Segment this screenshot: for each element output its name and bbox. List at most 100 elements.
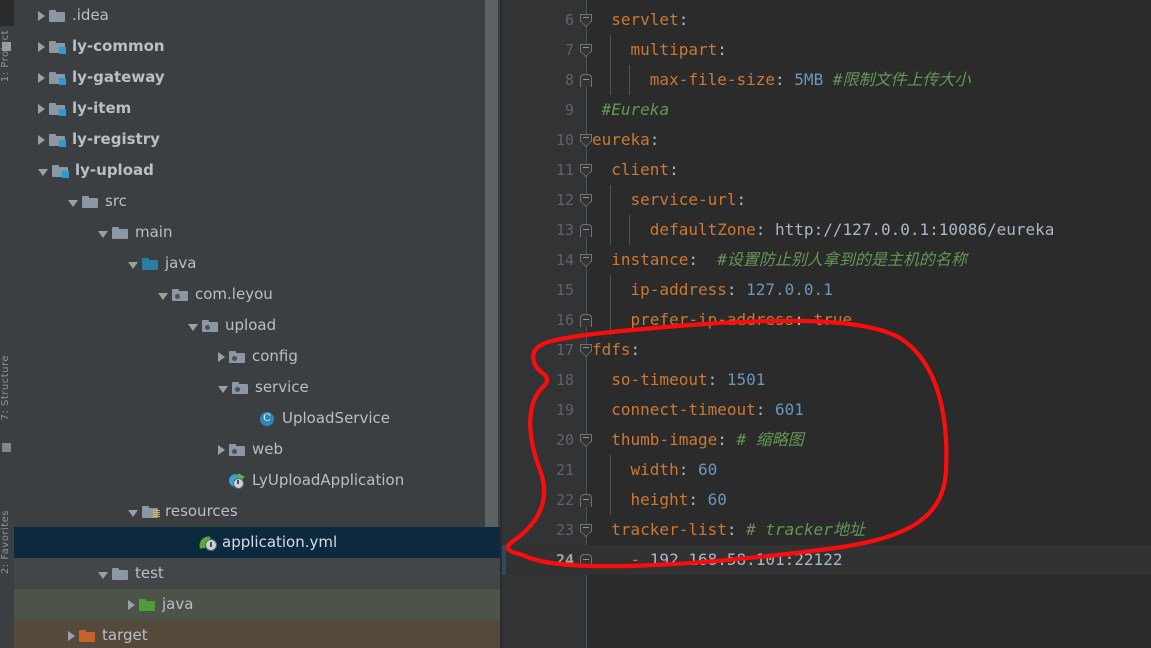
tree-item--idea[interactable]: .idea — [14, 0, 500, 31]
editor-line[interactable]: 10 eureka: — [502, 125, 1151, 155]
editor-line[interactable]: 13 defaultZone: http://127.0.0.1:10086/e… — [502, 215, 1151, 245]
fold-expanded-icon[interactable] — [580, 434, 593, 447]
editor-line[interactable]: 21 width: 60 — [502, 455, 1151, 485]
fold-expanded-icon[interactable] — [580, 344, 593, 357]
code-text: connect-timeout: 601 — [592, 395, 804, 425]
editor-line[interactable]: 18 so-timeout: 1501 — [502, 365, 1151, 395]
tree-item-com-leyou[interactable]: com.leyou — [14, 279, 500, 310]
fold-expanded-icon[interactable] — [580, 134, 593, 147]
chevron-right-icon[interactable] — [38, 41, 45, 52]
tree-item-java[interactable]: java — [14, 589, 500, 620]
editor-line[interactable]: 12 service-url: — [502, 185, 1151, 215]
chevron-down-icon[interactable] — [128, 262, 138, 269]
tool-window-strip[interactable]: 1: Project 7: Structure 2: Favorites — [0, 0, 15, 648]
chevron-down-icon[interactable] — [218, 386, 228, 393]
fold-expanded-icon[interactable] — [580, 524, 593, 537]
fold-expanded-icon[interactable] — [580, 194, 593, 207]
tree-item-config[interactable]: config — [14, 341, 500, 372]
code-token: # 缩略图 — [736, 430, 804, 449]
tree-item-ly-registry[interactable]: ly-registry — [14, 124, 500, 155]
tree-item-uploadservice[interactable]: C UploadService — [14, 403, 500, 434]
project-tree-panel[interactable]: .idea ly-common ly-gateway ly-item ly-regist… — [14, 0, 500, 648]
code-token: prefer-ip-address — [630, 310, 795, 329]
tool-button-structure[interactable]: 7: Structure — [0, 355, 14, 420]
tool-button-project[interactable]: 1: Project — [0, 30, 14, 82]
tree-item-main[interactable]: main — [14, 217, 500, 248]
editor-line[interactable]: 20 thumb-image: # 缩略图 — [502, 425, 1151, 455]
line-number: 7 — [564, 41, 574, 59]
editor-line[interactable]: 6 servlet: — [502, 5, 1151, 35]
tree-item-service[interactable]: service — [14, 372, 500, 403]
chevron-right-icon[interactable] — [218, 444, 225, 455]
tree-item-lyuploadapplication[interactable]: LyUploadApplication — [14, 465, 500, 496]
fold-region-end-icon[interactable] — [580, 224, 593, 237]
editor-line[interactable]: 9 #Eureka — [502, 95, 1151, 125]
fold-expanded-icon[interactable] — [580, 44, 593, 57]
code-text: servlet: — [592, 5, 688, 35]
chevron-down-icon[interactable] — [98, 572, 108, 579]
code-editor[interactable]: 6 servlet: 7 multipart: 8 max-file-size: 5… — [502, 0, 1151, 648]
chevron-right-icon[interactable] — [38, 103, 45, 114]
code-token: instance — [611, 250, 689, 269]
editor-line[interactable]: 14 instance: #设置防止别人拿到的是主机的名称 — [502, 245, 1151, 275]
chevron-right-icon[interactable] — [38, 72, 45, 83]
fold-region-end-icon[interactable] — [580, 554, 593, 567]
tree-item-upload[interactable]: upload — [14, 310, 500, 341]
tool-strip-icon-2[interactable] — [2, 443, 11, 452]
tree-item-java[interactable]: java — [14, 248, 500, 279]
fold-expanded-icon[interactable] — [580, 14, 593, 27]
tree-item-target[interactable]: target — [14, 620, 500, 648]
code-token: service-url — [630, 190, 737, 209]
tree-item-ly-upload[interactable]: ly-upload — [14, 155, 500, 186]
tree-item-application-yml[interactable]: application.yml — [14, 527, 500, 558]
tree-item-label: LyUploadApplication — [252, 471, 405, 489]
fold-region-end-icon[interactable] — [580, 494, 593, 507]
chevron-right-icon[interactable] — [218, 351, 225, 362]
folder-module-icon — [49, 70, 66, 85]
chevron-down-icon[interactable] — [68, 200, 78, 207]
code-token: 127.0.0.1 — [746, 280, 833, 299]
tree-item-web[interactable]: web — [14, 434, 500, 465]
editor-line[interactable]: 15 ip-address: 127.0.0.1 — [502, 275, 1151, 305]
chevron-right-icon[interactable] — [128, 599, 135, 610]
editor-line[interactable]: 24 - 192.168.58.101:22122 — [502, 545, 1151, 575]
editor-line[interactable]: 16 prefer-ip-address: true — [502, 305, 1151, 335]
tree-item-label: ly-registry — [72, 130, 160, 148]
editor-line[interactable]: 19 connect-timeout: 601 — [502, 395, 1151, 425]
tree-item-label: ly-gateway — [72, 68, 165, 86]
tree-item-ly-gateway[interactable]: ly-gateway — [14, 62, 500, 93]
chevron-down-icon[interactable] — [98, 231, 108, 238]
chevron-right-icon[interactable] — [68, 630, 75, 641]
fold-region-end-icon[interactable] — [580, 314, 593, 327]
tree-item-src[interactable]: src — [14, 186, 500, 217]
tree-item-test[interactable]: test — [14, 558, 500, 589]
chevron-down-icon[interactable] — [188, 324, 198, 331]
editor-line[interactable]: 23 tracker-list: # tracker地址 — [502, 515, 1151, 545]
fold-expanded-icon[interactable] — [580, 164, 593, 177]
fold-region-end-icon[interactable] — [580, 74, 593, 87]
editor-line[interactable]: 7 multipart: — [502, 35, 1151, 65]
tree-item-label: target — [102, 626, 148, 644]
tree-item-ly-item[interactable]: ly-item — [14, 93, 500, 124]
editor-line[interactable]: 22 height: 60 — [502, 485, 1151, 515]
tree-item-ly-common[interactable]: ly-common — [14, 31, 500, 62]
chevron-down-icon[interactable] — [158, 293, 168, 300]
code-token: 1501 — [726, 370, 766, 389]
editor-line[interactable]: 17 fdfs: — [502, 335, 1151, 365]
chevron-right-icon[interactable] — [38, 134, 45, 145]
fold-expanded-icon[interactable] — [580, 254, 593, 267]
code-text: prefer-ip-address: true — [592, 305, 853, 335]
editor-line[interactable]: 11 client: — [502, 155, 1151, 185]
chevron-right-icon[interactable] — [38, 10, 45, 21]
chevron-down-icon[interactable] — [128, 510, 138, 517]
chevron-down-icon[interactable] — [38, 169, 48, 176]
tree-item-label: src — [105, 192, 127, 210]
tool-button-favorites[interactable]: 2: Favorites — [0, 510, 14, 574]
tree-item-resources[interactable]: resources — [14, 496, 500, 527]
editor-line[interactable]: 8 max-file-size: 5MB #限制文件上传大小 — [502, 65, 1151, 95]
code-token: : — [717, 430, 737, 449]
